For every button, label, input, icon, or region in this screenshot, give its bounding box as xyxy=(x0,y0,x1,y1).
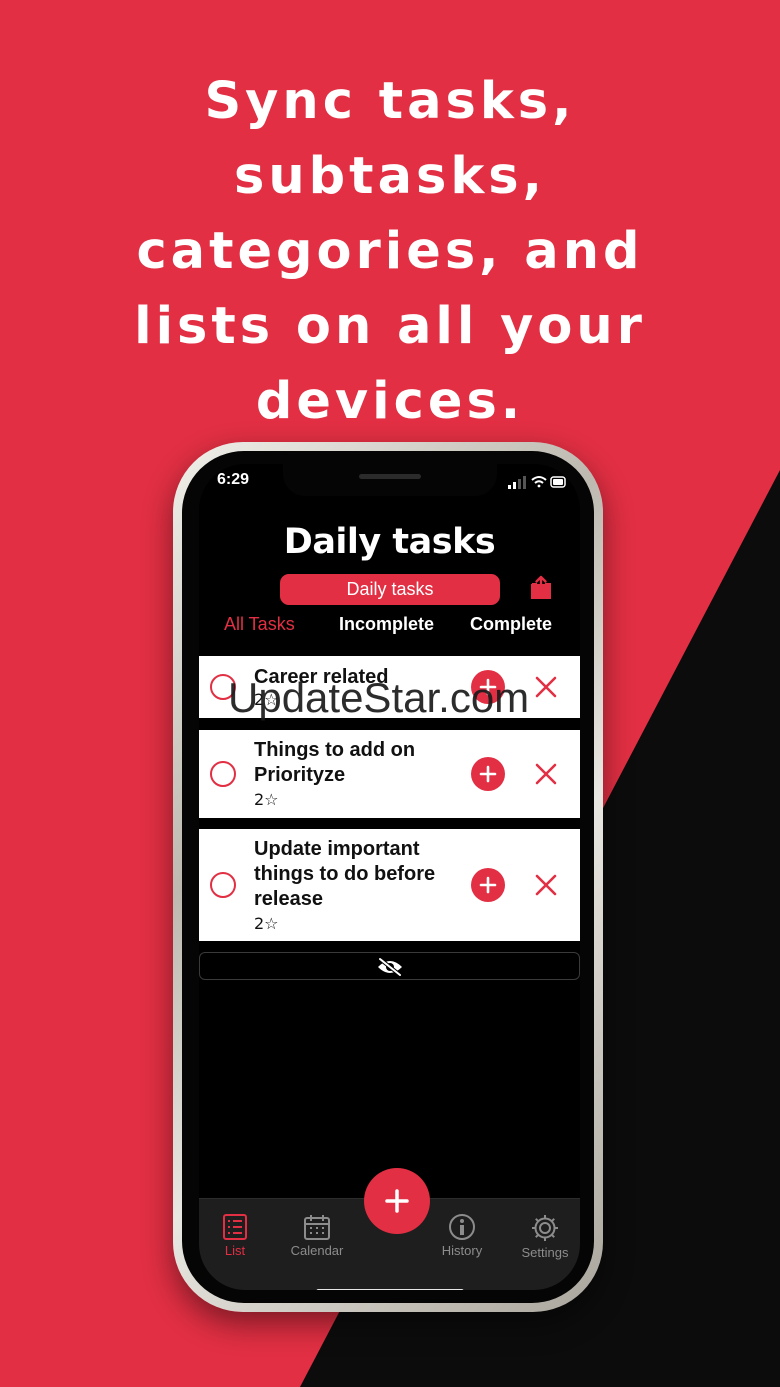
tab-calendar[interactable]: Calendar xyxy=(277,1213,357,1258)
tab-label: Settings xyxy=(521,1245,569,1260)
task-priority-stars: 2☆ xyxy=(254,914,279,933)
close-icon xyxy=(535,763,557,785)
tab-label: Calendar xyxy=(290,1243,344,1258)
tab-label: List xyxy=(224,1243,246,1258)
task-row[interactable]: Things to add on Priorityze 2☆ xyxy=(199,730,580,818)
battery-icon xyxy=(550,476,566,488)
tab-label: History xyxy=(441,1243,483,1258)
delete-task-button[interactable] xyxy=(534,675,558,699)
signal-icon xyxy=(508,476,526,489)
status-icons xyxy=(508,476,566,489)
list-selector-button[interactable]: Daily tasks xyxy=(280,574,500,605)
phone-screen: 6:29 Daily tasks Daily tasks All Tasks I… xyxy=(199,464,580,1290)
tab-list[interactable]: List xyxy=(199,1213,275,1258)
close-icon xyxy=(535,874,557,896)
add-subtask-button[interactable] xyxy=(471,757,505,791)
plus-icon xyxy=(479,876,497,894)
add-subtask-button[interactable] xyxy=(471,868,505,902)
wifi-icon xyxy=(531,476,547,488)
eye-slash-icon xyxy=(378,957,402,977)
gear-icon xyxy=(532,1215,558,1241)
task-title: Things to add on Priorityze xyxy=(254,739,416,786)
task-priority-stars: 2☆ xyxy=(254,790,279,809)
delete-task-button[interactable] xyxy=(534,762,558,786)
share-icon[interactable] xyxy=(529,574,553,600)
status-time: 6:29 xyxy=(217,471,250,488)
task-complete-checkbox[interactable] xyxy=(210,761,236,787)
headline: Sync tasks, subtasks, categories, and li… xyxy=(0,64,780,439)
notch xyxy=(283,464,497,496)
tab-settings[interactable]: Settings xyxy=(505,1213,580,1260)
tab-all-tasks[interactable]: All Tasks xyxy=(224,614,295,635)
headline-line: categories, and xyxy=(136,222,644,281)
watermark-text: UpdateStar.com xyxy=(228,674,530,721)
task-complete-checkbox[interactable] xyxy=(210,872,236,898)
headline-line: Sync tasks, xyxy=(204,72,576,131)
info-icon xyxy=(449,1214,475,1240)
page-title: Daily tasks xyxy=(283,522,496,562)
task-row[interactable]: Update important things to do before rel… xyxy=(199,829,580,941)
home-indicator[interactable] xyxy=(316,1289,464,1290)
tab-complete[interactable]: Complete xyxy=(470,614,552,635)
plus-icon xyxy=(479,765,497,783)
headline-line: devices. xyxy=(255,372,525,431)
speaker-grille xyxy=(359,474,421,479)
add-task-button[interactable] xyxy=(364,1168,430,1234)
calendar-icon xyxy=(304,1215,330,1240)
tab-history[interactable]: History xyxy=(422,1213,502,1258)
headline-line: subtasks, xyxy=(234,147,546,206)
delete-task-button[interactable] xyxy=(534,873,558,897)
filter-tabs: All Tasks Incomplete Complete xyxy=(199,614,580,640)
tab-incomplete[interactable]: Incomplete xyxy=(339,614,434,635)
headline-line: lists on all your xyxy=(134,297,646,356)
list-icon xyxy=(223,1214,247,1240)
plus-icon xyxy=(385,1189,409,1213)
close-icon xyxy=(535,676,557,698)
task-title: Update important things to do before rel… xyxy=(254,838,436,910)
show-hidden-tasks-toggle[interactable] xyxy=(199,952,580,980)
